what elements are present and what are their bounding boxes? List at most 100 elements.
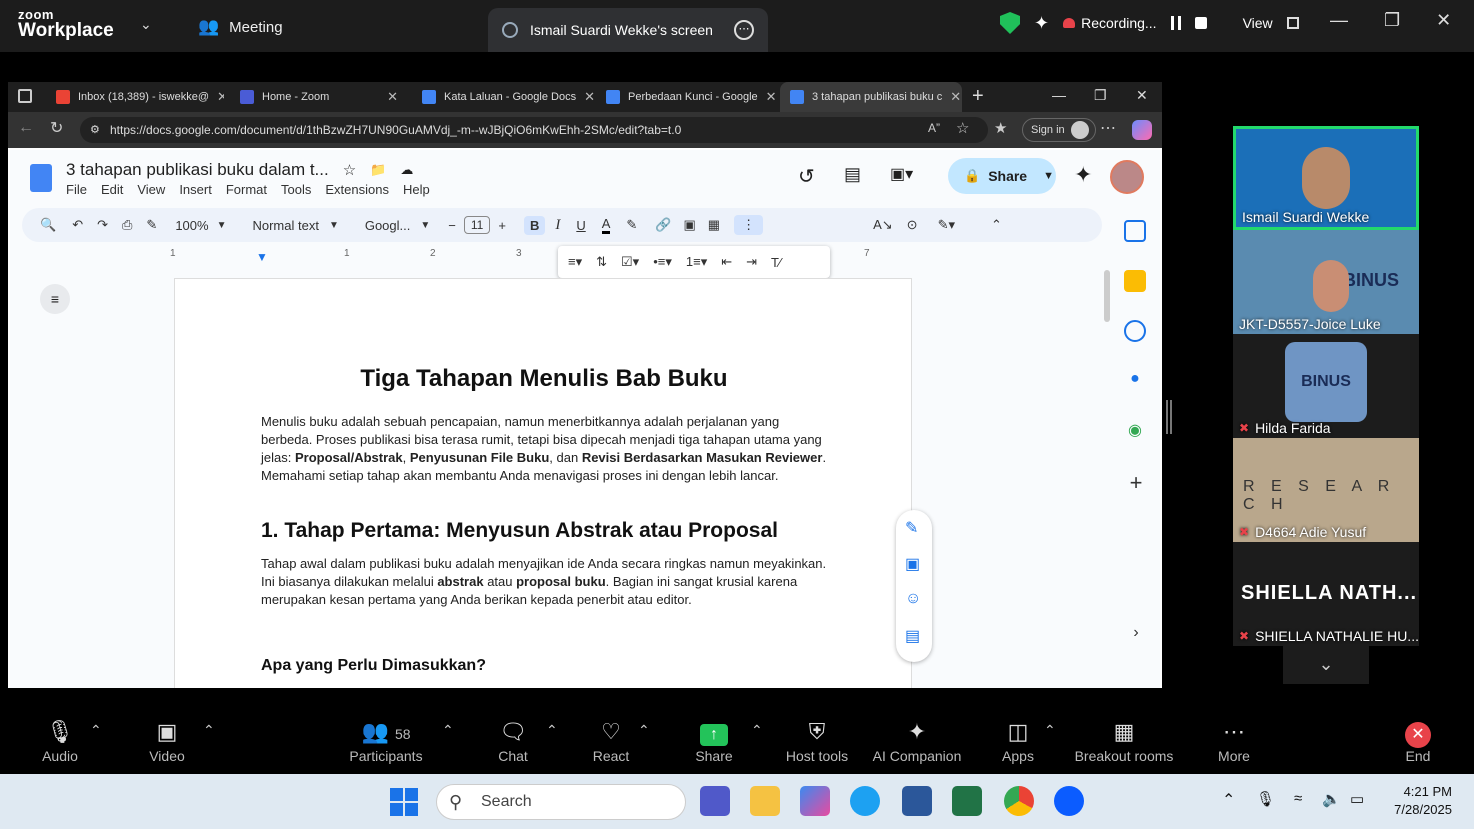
increase-font-size-icon[interactable]: + [498, 218, 506, 233]
close-tab-icon[interactable]: ✕ [584, 89, 594, 105]
emoji-reaction-icon[interactable]: ☺ [905, 590, 921, 608]
participants-button[interactable]: 👥 58 Participants [336, 716, 436, 764]
highlight-icon[interactable]: ✎ [626, 217, 637, 233]
more-options-icon[interactable]: ⋯ [734, 20, 754, 40]
more-menu-icon[interactable]: ⋯ [1100, 118, 1116, 138]
close-icon[interactable]: ✕ [1136, 87, 1148, 104]
file-explorer-icon[interactable] [750, 786, 780, 816]
copilot-icon[interactable] [1132, 120, 1152, 140]
pause-recording-icon[interactable] [1170, 16, 1181, 30]
cloud-status-icon[interactable]: ☁ [400, 162, 413, 178]
avatar[interactable] [1110, 160, 1144, 194]
zoom-app-icon[interactable] [1054, 786, 1084, 816]
underline-icon[interactable]: U [576, 218, 585, 233]
chrome-icon[interactable] [1004, 786, 1034, 816]
more-options-icon[interactable]: ⋮ [734, 215, 764, 235]
meeting-tab[interactable]: 👥 Meeting [198, 17, 283, 37]
doc-title[interactable]: 3 tahapan publikasi buku dalam t... [66, 160, 329, 180]
close-tab-icon[interactable]: ✕ [766, 89, 777, 105]
move-folder-icon[interactable]: 📁 [370, 162, 386, 178]
taskbar-search-input[interactable]: ⚲ Search [436, 784, 686, 820]
undo-icon[interactable]: ↶ [72, 217, 83, 233]
text-color-icon[interactable]: A [601, 216, 611, 234]
spellcheck-icon[interactable]: A↘ [873, 217, 893, 233]
paint-format-icon[interactable]: ✎ [146, 217, 157, 233]
video-tile[interactable]: BINUS JKT-D5557-Joice Luke [1233, 230, 1419, 334]
maps-icon[interactable]: ◉ [1124, 420, 1146, 442]
close-tab-icon[interactable]: ✕ [950, 89, 961, 105]
keep-icon[interactable] [1124, 270, 1146, 292]
video-button[interactable]: ▣ Video [117, 716, 217, 764]
ai-companion-button[interactable]: ✦ AI Companion [862, 716, 972, 764]
redo-icon[interactable]: ↷ [97, 217, 108, 233]
bold-icon[interactable]: B [523, 215, 546, 235]
stop-recording-icon[interactable] [1194, 17, 1207, 29]
close-tab-icon[interactable]: ✕ [217, 89, 224, 105]
volume-icon[interactable]: 🔈 [1322, 790, 1341, 808]
menu-edit[interactable]: Edit [101, 182, 123, 197]
add-comment-icon[interactable]: ▣ [905, 554, 920, 574]
chevron-down-icon[interactable]: ⌄ [140, 16, 152, 33]
menu-tools[interactable]: Tools [281, 182, 311, 197]
reload-icon[interactable]: ↻ [50, 118, 63, 138]
close-icon[interactable]: ✕ [1436, 10, 1451, 31]
excel-icon[interactable] [952, 786, 982, 816]
back-icon[interactable]: ← [18, 119, 34, 137]
menu-help[interactable]: Help [403, 182, 430, 197]
view-grid-icon[interactable] [1286, 17, 1299, 29]
font-size-input[interactable]: 11 [463, 216, 491, 234]
new-tab-icon[interactable]: + [972, 85, 984, 108]
read-aloud-icon[interactable]: A” [928, 121, 940, 135]
ai-write-icon[interactable]: ✎ [905, 518, 918, 538]
print-icon[interactable]: ⎙ [122, 217, 132, 233]
search-menus-icon[interactable]: 🔍 [40, 217, 56, 233]
browser-tab[interactable]: Perbedaan Kunci - Google ✕ [596, 82, 778, 112]
video-tile[interactable]: SHIELLA NATH... ✖ SHIELLA NATHALIE HU... [1233, 542, 1419, 646]
menu-insert[interactable]: Insert [179, 182, 212, 197]
menu-format[interactable]: Format [226, 182, 267, 197]
wifi-icon[interactable]: ≈ [1294, 790, 1302, 807]
zoom-select[interactable]: 100% [175, 218, 208, 233]
video-tile[interactable]: Ismail Suardi Wekke [1233, 126, 1419, 230]
calendar-icon[interactable] [1124, 220, 1146, 242]
browser-tab[interactable]: Home - Zoom ✕ [230, 82, 408, 112]
ai-sparkle-icon[interactable]: ✦ [1034, 13, 1049, 34]
audio-options-caret[interactable]: ⌃ [90, 722, 102, 739]
word-icon[interactable] [902, 786, 932, 816]
shared-screen-tab[interactable]: Ismail Suardi Wekke's screen ⋯ [488, 8, 768, 52]
font-select[interactable]: Googl... [365, 218, 411, 233]
editing-mode-icon[interactable]: ✎▾ [938, 217, 955, 233]
tasks-icon[interactable] [1124, 320, 1146, 342]
more-button[interactable]: ⋯ More [1184, 716, 1284, 764]
share-button[interactable]: ↑ Share [664, 716, 764, 764]
microphone-tray-icon[interactable]: 🎙 [1256, 790, 1275, 808]
video-tile[interactable]: BINUS ✖ Hilda Farida [1233, 334, 1419, 438]
menu-view[interactable]: View [137, 182, 165, 197]
chevron-down-icon[interactable]: ▼ [217, 220, 227, 231]
video-tile[interactable]: R E S E A R C H ✖ D4664 Adie Yusuf [1233, 438, 1419, 542]
menu-file[interactable]: File [66, 182, 87, 197]
expand-panel-icon[interactable]: › [1124, 624, 1148, 642]
contacts-icon[interactable]: ● [1124, 370, 1146, 392]
edge-icon[interactable] [850, 786, 880, 816]
breakout-rooms-button[interactable]: ▦ Breakout rooms [1064, 716, 1184, 764]
chevron-down-icon[interactable]: ▼ [420, 220, 430, 231]
comments-icon[interactable]: ▤ [844, 164, 861, 185]
browser-tab-active[interactable]: 3 tahapan publikasi buku c ✕ [780, 82, 962, 112]
site-info-icon[interactable]: ⚙ [90, 117, 100, 143]
insert-image-icon[interactable]: ▦ [708, 217, 720, 233]
react-options-caret[interactable]: ⌃ [638, 722, 650, 739]
system-clock[interactable]: 4:21 PM 7/28/2025 [1380, 783, 1452, 819]
style-select[interactable]: Normal text [252, 218, 318, 233]
apps-options-caret[interactable]: ⌃ [1044, 722, 1056, 739]
indent-marker-icon[interactable]: ▼ [256, 250, 268, 264]
minimize-icon[interactable]: — [1330, 10, 1348, 31]
share-button[interactable]: 🔒 Share ▼ [948, 158, 1056, 194]
gallery-scroll-down-icon[interactable]: ⌄ [1283, 644, 1369, 684]
browser-tab[interactable]: Kata Laluan - Google Docs ✕ [412, 82, 594, 112]
battery-icon[interactable]: ▭ [1350, 790, 1364, 808]
tab-actions-icon[interactable] [18, 89, 32, 103]
restore-icon[interactable]: ❐ [1384, 10, 1400, 31]
close-tab-icon[interactable]: ✕ [387, 89, 398, 105]
share-options-caret[interactable]: ⌃ [751, 722, 763, 739]
